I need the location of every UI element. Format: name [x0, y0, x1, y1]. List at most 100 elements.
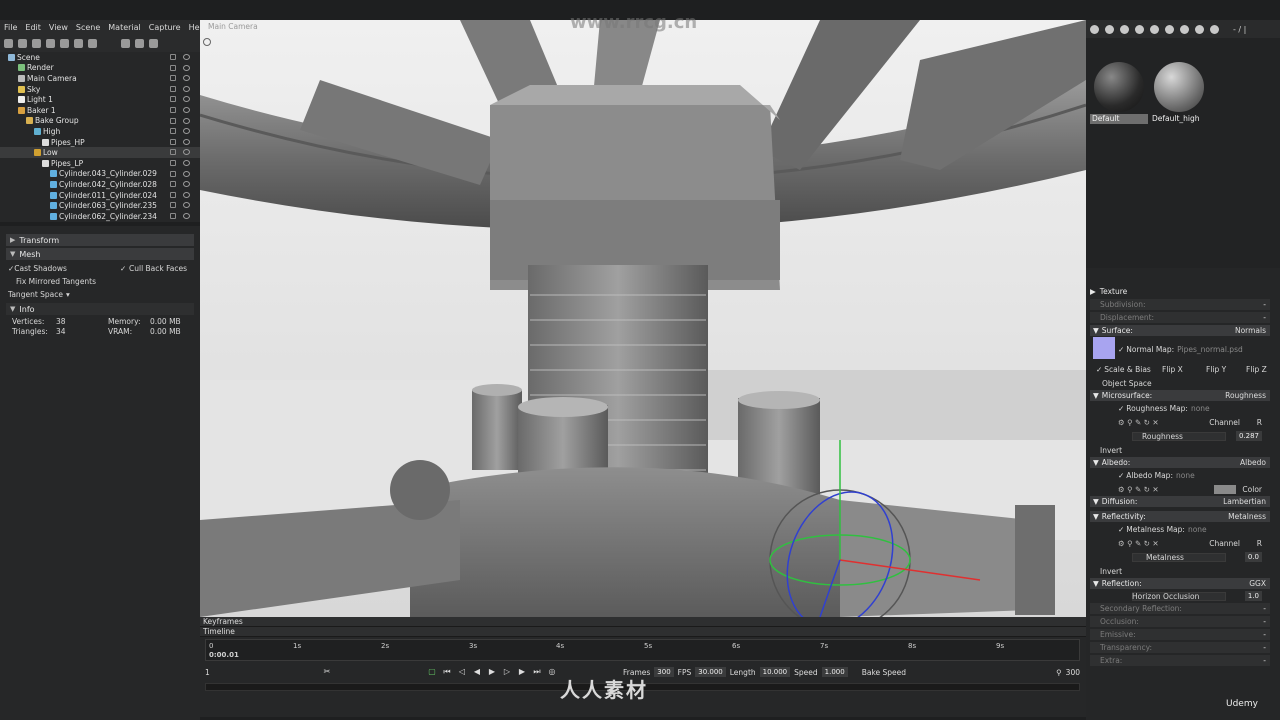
eye-icon[interactable]	[183, 75, 190, 82]
emissive-section[interactable]: Emissive: -	[1090, 629, 1270, 640]
albedo-dropdown[interactable]: Albedo	[1240, 458, 1266, 467]
lock-icon[interactable]	[170, 159, 176, 166]
menu-edit[interactable]: Edit	[25, 23, 41, 32]
lock-icon[interactable]	[170, 96, 176, 103]
reflectivity-section[interactable]: ▼ Reflectivity: Metalness	[1090, 511, 1270, 522]
albedo-map-file[interactable]: none	[1176, 471, 1195, 480]
tree-item-main-camera[interactable]: Main Camera	[0, 73, 200, 84]
transparency-section[interactable]: Transparency: -	[1090, 642, 1270, 653]
tree-item-light[interactable]: Light 1	[0, 94, 200, 105]
horizon-occlusion-value[interactable]: 1.0	[1244, 591, 1262, 601]
timeline-header[interactable]: Timeline	[200, 627, 1086, 637]
eye-icon[interactable]	[183, 202, 190, 209]
metalness-map-file[interactable]: none	[1188, 525, 1207, 534]
key-icon[interactable]: ✂	[323, 668, 331, 676]
menu-material[interactable]: Material	[108, 23, 141, 32]
surface-dropdown[interactable]: Normals	[1235, 326, 1266, 335]
timeline-ruler[interactable]: 0 1s 2s 3s 4s 5s 6s 7s 8s 9s 0:00.01	[205, 639, 1080, 661]
extra-section[interactable]: Extra: -	[1090, 655, 1270, 666]
map-tools-icon[interactable]: ⚙ ⚲ ✎ ↻ ✕	[1118, 485, 1159, 494]
viewport-tab-main-camera[interactable]: Main Camera	[208, 22, 258, 31]
albedo-section[interactable]: ▼ Albedo: Albedo	[1090, 457, 1270, 468]
lock-icon[interactable]	[170, 202, 176, 209]
secondary-reflection-section[interactable]: Secondary Reflection: -	[1090, 603, 1270, 614]
tree-item-cylinder[interactable]: Cylinder.062_Cylinder.234	[0, 211, 200, 222]
albedo-color-swatch[interactable]	[1214, 484, 1236, 494]
texture-section[interactable]: ▶ Texture	[1090, 286, 1270, 297]
flip-z-checkbox[interactable]: Flip Z	[1246, 365, 1267, 374]
lock-icon[interactable]	[170, 191, 176, 198]
keyframes-header[interactable]: Keyframes	[200, 617, 1086, 627]
current-frame[interactable]: 1	[205, 668, 323, 677]
lock-icon[interactable]	[170, 85, 176, 92]
lock-icon[interactable]	[170, 149, 176, 156]
tree-item-sky[interactable]: Sky	[0, 84, 200, 95]
prev-frame-icon[interactable]: ◀	[473, 668, 481, 676]
add-group-icon[interactable]	[60, 38, 69, 48]
info-section[interactable]: ▼ Info	[6, 303, 194, 315]
length-field[interactable]: 10.000	[759, 667, 791, 677]
add-material-icon[interactable]	[1090, 24, 1099, 34]
eye-icon[interactable]	[183, 96, 190, 103]
lock-icon[interactable]	[170, 170, 176, 177]
frames-field[interactable]: 300	[654, 667, 674, 677]
checkmark-icon[interactable]: ✓	[1118, 345, 1124, 354]
add-sky-icon[interactable]	[74, 38, 83, 48]
prev-key-icon[interactable]: ◁	[458, 668, 466, 676]
normal-map-file[interactable]: Pipes_normal.psd	[1177, 345, 1243, 354]
eye-icon[interactable]	[183, 54, 190, 60]
tangent-space-dropdown[interactable]: Tangent Space ▾	[0, 288, 200, 301]
microsurface-dropdown[interactable]: Roughness	[1225, 391, 1266, 400]
checkmark-icon[interactable]: ✓	[1118, 404, 1124, 413]
bake-speed-button[interactable]: Bake Speed	[862, 668, 906, 677]
microsurface-section[interactable]: ▼ Microsurface: Roughness	[1090, 390, 1270, 401]
roughness-invert-checkbox[interactable]: Invert	[1090, 443, 1270, 457]
material-default[interactable]: Default	[1090, 60, 1148, 124]
play-icon[interactable]: ▶	[488, 668, 496, 676]
lock-icon[interactable]	[170, 138, 176, 145]
last-frame-icon[interactable]: ⏭	[533, 668, 541, 676]
flip-y-checkbox[interactable]: Flip Y	[1206, 365, 1226, 374]
folder-icon[interactable]	[1135, 24, 1144, 34]
channel-dropdown[interactable]: R	[1257, 539, 1262, 548]
checkmark-icon[interactable]: ✓	[1118, 525, 1124, 534]
fix-mirrored-tangents-checkbox[interactable]: Fix Mirrored Tangents	[0, 275, 200, 288]
open-folder-icon[interactable]	[121, 38, 130, 48]
metalness-value[interactable]: 0.0	[1244, 552, 1262, 562]
eye-icon[interactable]	[183, 191, 190, 198]
eye-icon[interactable]	[183, 181, 190, 188]
eye-icon[interactable]	[183, 149, 190, 156]
delete-icon[interactable]	[149, 38, 158, 48]
lock-icon[interactable]	[170, 128, 176, 135]
add-shadow-icon[interactable]	[88, 38, 97, 48]
tree-item-baker[interactable]: Baker 1	[0, 105, 200, 116]
tree-item-scene[interactable]: Scene	[0, 52, 200, 63]
roughness-value[interactable]: 0.287	[1235, 431, 1262, 441]
speed-field[interactable]: 1.000	[821, 667, 848, 677]
eye-icon[interactable]	[183, 106, 190, 113]
checkmark-icon[interactable]: ✓	[1118, 471, 1124, 480]
tree-item-cylinder[interactable]: Cylinder.042_Cylinder.028	[0, 179, 200, 190]
occlusion-section[interactable]: Occlusion: -	[1090, 616, 1270, 627]
object-space-checkbox[interactable]: Object Space	[1090, 376, 1270, 390]
add-light-icon[interactable]	[18, 38, 27, 48]
map-tools-icon[interactable]: ⚙ ⚲ ✎ ↻ ✕	[1118, 418, 1159, 427]
eye-icon[interactable]	[183, 85, 190, 92]
lock-icon[interactable]	[170, 75, 176, 82]
add-camera-icon[interactable]	[32, 38, 41, 48]
first-frame-icon[interactable]: ⏮	[443, 668, 451, 676]
eye-icon[interactable]	[183, 117, 190, 124]
roughness-map-file[interactable]: none	[1191, 404, 1210, 413]
link-icon[interactable]: ⚲	[1056, 668, 1062, 677]
tree-item-high[interactable]: High	[0, 126, 200, 137]
lock-icon[interactable]	[170, 117, 176, 124]
diffusion-section[interactable]: ▼ Diffusion: Lambertian	[1090, 496, 1270, 507]
eye-icon[interactable]	[183, 159, 190, 166]
settings-icon[interactable]	[1210, 24, 1219, 34]
tree-item-pipes-hp[interactable]: Pipes_HP	[0, 137, 200, 148]
clear-icon[interactable]	[1195, 24, 1204, 34]
tree-item-cylinder[interactable]: Cylinder.063_Cylinder.235	[0, 200, 200, 211]
duplicate-icon[interactable]	[135, 38, 144, 48]
tree-item-render[interactable]: Render	[0, 63, 200, 74]
delete-material-icon[interactable]	[1120, 24, 1129, 34]
